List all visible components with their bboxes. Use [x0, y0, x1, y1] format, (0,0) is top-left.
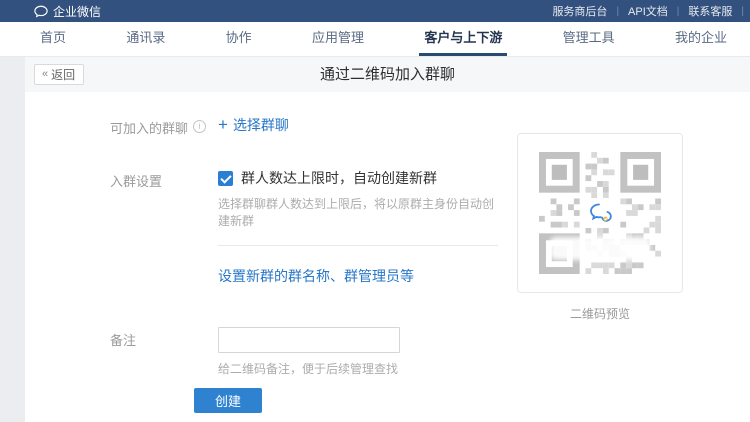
auto-create-checkbox-label: 群人数达上限时，自动创建新群: [241, 168, 437, 188]
qr-preview-card: [517, 133, 683, 293]
remark-input[interactable]: [218, 327, 400, 353]
topbar-link-contact-support[interactable]: 联系客服: [688, 3, 732, 19]
topbar-links: 服务商后台 | API文档 | 联系客服 |: [552, 3, 744, 19]
info-icon[interactable]: i: [193, 120, 206, 133]
divider: |: [741, 6, 744, 17]
page-background: « 返回 通过二维码加入群聊 可加入的群聊 i + 选择群聊: [0, 57, 750, 422]
logo-text: 企业微信: [53, 3, 101, 20]
remark-helper-text: 给二维码备注，便于后续管理查找: [218, 360, 495, 377]
joinable-group-row: 可加入的群聊 i + 选择群聊: [110, 115, 495, 137]
new-group-settings-link[interactable]: 设置新群的群名称、群管理员等: [218, 266, 414, 286]
divider: |: [677, 6, 680, 17]
auto-create-checkbox[interactable]: [218, 171, 233, 186]
divider: |: [616, 6, 619, 17]
topbar-link-service-provider[interactable]: 服务商后台: [552, 3, 607, 19]
joinable-group-label: 可加入的群聊: [110, 118, 188, 137]
topbar: 企业微信 服务商后台 | API文档 | 联系客服 |: [0, 0, 750, 22]
tab-app-management[interactable]: 应用管理: [307, 22, 369, 56]
select-group-label: 选择群聊: [233, 115, 289, 135]
tab-contacts[interactable]: 通讯录: [121, 22, 170, 56]
create-button[interactable]: 创建: [194, 388, 262, 413]
remark-row: 备注 给二维码备注，便于后续管理查找: [110, 327, 495, 377]
content-card: « 返回 通过二维码加入群聊 可加入的群聊 i + 选择群聊: [25, 57, 750, 422]
tab-my-enterprise[interactable]: 我的企业: [670, 22, 732, 56]
qr-preview-panel: 二维码预览: [517, 133, 683, 322]
page-title: 通过二维码加入群聊: [25, 57, 750, 92]
auto-create-group-option[interactable]: 群人数达上限时，自动创建新群: [218, 168, 498, 188]
page-header: « 返回 通过二维码加入群聊: [25, 57, 750, 92]
main-nav: 首页 通讯录 协作 应用管理 客户与上下游 管理工具 我的企业: [0, 22, 750, 57]
select-group-link[interactable]: + 选择群聊: [218, 115, 289, 135]
join-settings-row: 入群设置 群人数达上限时，自动创建新群 选择群聊群人数达到上限后，将以原群主身份…: [110, 168, 495, 286]
qr-preview-caption: 二维码预览: [517, 305, 683, 322]
section-divider: [218, 245, 498, 246]
topbar-link-api-docs[interactable]: API文档: [628, 3, 668, 19]
wechat-work-logo-icon: [34, 5, 48, 18]
wechat-work-qr-logo-icon: [585, 198, 615, 228]
tab-management-tools[interactable]: 管理工具: [558, 22, 620, 56]
plus-icon: +: [218, 118, 228, 132]
create-qr-form: 可加入的群聊 i + 选择群聊 入群设置 群人数达上限时，: [25, 115, 495, 413]
auto-create-helper-text: 选择群聊群人数达到上限后，将以原群主身份自动创建新群: [218, 195, 498, 229]
qr-watermark-overlay: [554, 241, 646, 256]
tab-collaboration[interactable]: 协作: [221, 22, 257, 56]
tab-home[interactable]: 首页: [35, 22, 71, 56]
tab-customers-upstream-downstream[interactable]: 客户与上下游: [419, 22, 507, 56]
join-settings-label: 入群设置: [110, 171, 162, 190]
joinable-group-label-wrap: 可加入的群聊 i: [110, 115, 218, 137]
remark-label: 备注: [110, 330, 136, 349]
app-logo[interactable]: 企业微信: [34, 3, 101, 20]
